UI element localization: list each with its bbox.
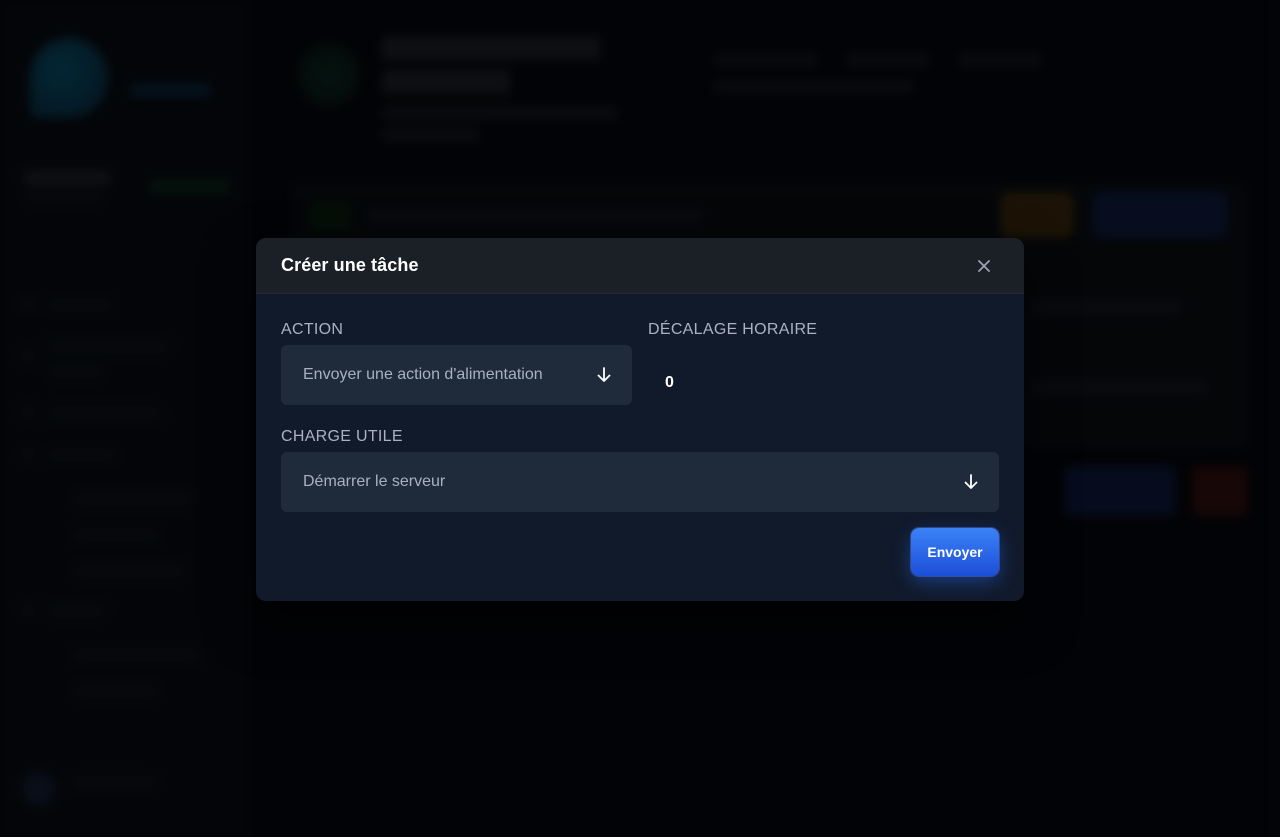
arrow-down-icon: [596, 366, 612, 384]
close-icon[interactable]: [973, 255, 995, 277]
submit-button[interactable]: Envoyer: [911, 528, 999, 576]
payload-label: CHARGE UTILE: [281, 428, 403, 445]
payload-select[interactable]: Démarrer le serveur: [281, 452, 999, 512]
time-offset-input[interactable]: 0: [665, 374, 674, 392]
payload-select-value: Démarrer le serveur: [303, 473, 446, 490]
close-icon-glyph: [978, 259, 990, 272]
modal-title: Créer une tâche: [281, 255, 419, 275]
action-select-value: Envoyer une action d'alimentation: [303, 366, 543, 383]
time-offset-label: DÉCALAGE HORAIRE: [648, 321, 818, 338]
modal-header: Créer une tâche: [256, 238, 1024, 294]
modal-body: ACTION Envoyer une action d'alimentation…: [256, 294, 1024, 601]
create-task-modal: Créer une tâche ACTION Envoyer une actio…: [256, 238, 1024, 601]
action-select[interactable]: Envoyer une action d'alimentation: [281, 345, 632, 405]
action-label: ACTION: [281, 321, 344, 338]
arrow-down-icon: [963, 473, 979, 491]
